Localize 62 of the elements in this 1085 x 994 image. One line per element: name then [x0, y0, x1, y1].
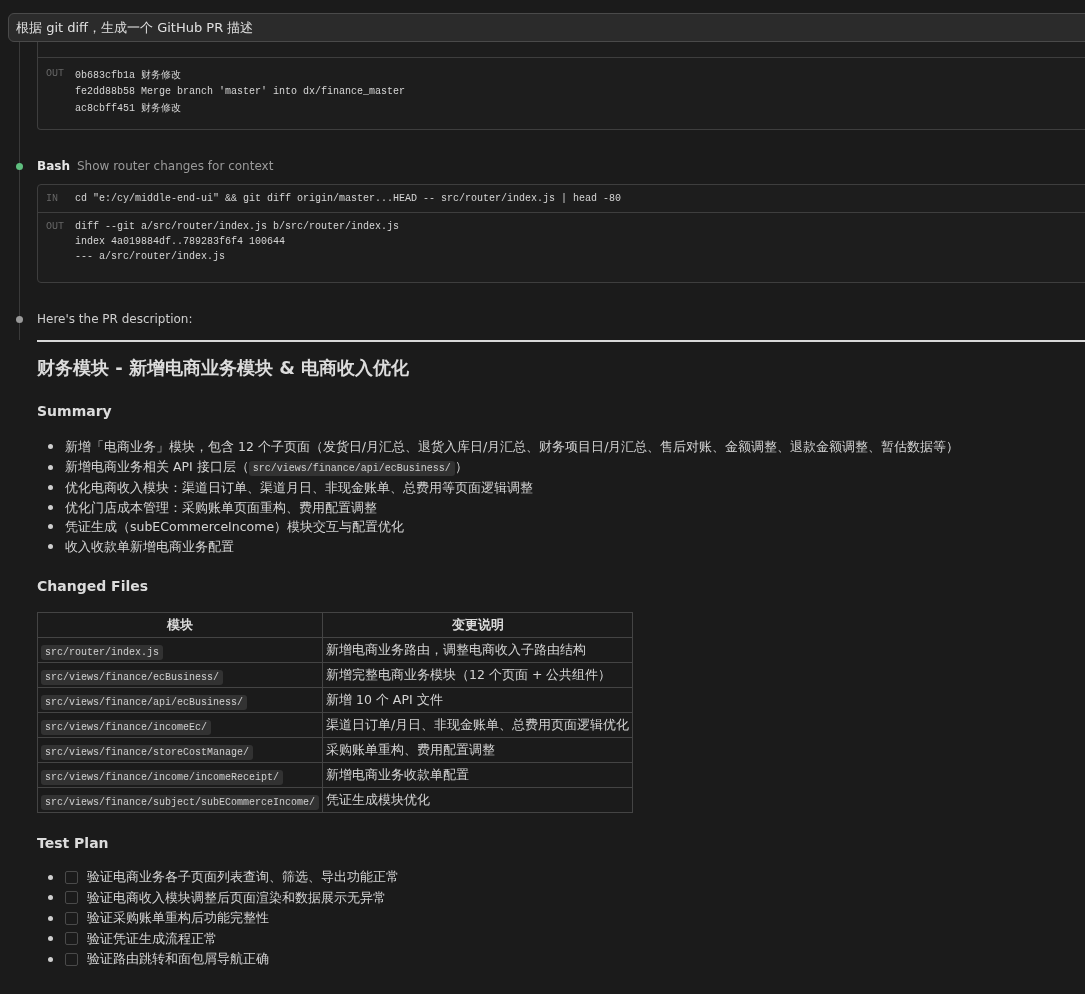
- column-header: 模块: [37, 612, 323, 638]
- checkbox[interactable]: [65, 932, 78, 946]
- bullet-icon: [48, 524, 53, 530]
- checkbox[interactable]: [65, 870, 78, 884]
- bullet-icon: [48, 956, 53, 962]
- file-path: src/views/finance/api/ecBusiness/: [41, 694, 248, 710]
- checklist-item-text: 验证凭证生成流程正常: [87, 929, 217, 948]
- code-line: diff --git a/src/router/index.js b/src/router/index.js: [75, 221, 400, 232]
- checklist-item-text: 验证电商收入模块调整后页面渲染和数据展示无异常: [87, 888, 386, 907]
- code-line: 0b683cfb1a 财务修改: [75, 69, 182, 82]
- inline-code: src/views/finance/api/ecBusiness/: [248, 460, 455, 476]
- code-line: --- a/src/router/index.js: [75, 251, 227, 262]
- table-cell: 凭证生成模块优化: [322, 787, 633, 813]
- bullet-icon: [48, 504, 53, 510]
- bullet-icon: [48, 543, 53, 549]
- file-path: src/views/finance/storeCostManage/: [41, 744, 254, 760]
- file-path: src/views/finance/income/incomeReceipt/: [41, 769, 284, 785]
- table-cell: 新增电商业务收款单配置: [322, 762, 633, 788]
- section-heading: Changed Files: [37, 577, 150, 596]
- table-cell: 新增电商业务路由，调整电商收入子路由结构: [322, 637, 633, 663]
- checkbox[interactable]: [65, 952, 78, 966]
- file-path: src/router/index.js: [41, 644, 164, 660]
- list-item-text: 新增电商业务相关 API 接口层（ src/views/finance/api/ecBusiness/ ）: [65, 457, 468, 478]
- checklist-item-text: 验证路由跳转和面包屑导航正确: [87, 950, 269, 968]
- file-path: src/views/finance/subject/subECommerceIncome/: [41, 794, 320, 810]
- checklist-item-text: 验证电商业务各子页面列表查询、筛选、导出功能正常: [87, 868, 399, 886]
- prompt-bar[interactable]: 根据 git diff，生成一个 GitHub PR 描述: [8, 13, 1085, 42]
- list-item-text: 新增「电商业务」模块，包含 12 个子页面（发货日/月汇总、退货入库日/月汇总、财务项目日/月汇总、售后对账、金额调整、退款金额调整、暂估数据等）: [65, 438, 960, 456]
- checklist-item-text: 验证采购账单重构后功能完整性: [87, 909, 269, 927]
- table-cell: 新增完整电商业务模块（12 个页面 + 公共组件）: [322, 662, 633, 688]
- bullet-icon: [48, 485, 53, 491]
- bullet-icon: [48, 936, 53, 942]
- bullet-icon: [48, 895, 53, 901]
- section-label: OUT: [46, 221, 65, 234]
- message-text: Here's the PR description:: [37, 312, 193, 326]
- column-header: 变更说明: [322, 612, 633, 638]
- bullet-icon: [48, 444, 53, 450]
- file-path: src/views/finance/ecBusiness/: [41, 669, 224, 685]
- section-heading: Test Plan: [37, 834, 110, 853]
- code-line: ac8cbff451 财务修改: [75, 102, 182, 115]
- bullet-icon: [48, 874, 53, 880]
- checkbox[interactable]: [65, 911, 78, 925]
- table-cell: 新增 10 个 API 文件: [322, 687, 633, 713]
- section-label: OUT: [46, 68, 65, 81]
- table-cell: 采购账单重构、费用配置调整: [322, 737, 633, 763]
- code-line: cd "e:/cy/middle-end-ui" && git diff origin/master...HEAD -- src/router/index.js | head -80: [75, 193, 622, 204]
- section-heading: Summary: [37, 402, 113, 421]
- list-item-text: 优化门店成本管理：采购账单页面重构、费用配置调整: [65, 498, 377, 517]
- tool-name: Bash: [37, 159, 70, 173]
- code-line: index 4a019884df..789283f6f4 100644: [75, 236, 287, 247]
- table-cell: 渠道日订单/月日、非现金账单、总费用页面逻辑优化: [322, 712, 633, 738]
- list-item-text: 凭证生成（subECommerceIncome）模块交互与配置优化: [65, 518, 405, 536]
- checkbox[interactable]: [65, 891, 78, 905]
- list-item-text: 收入收款单新增电商业务配置: [65, 537, 234, 556]
- document-title: 财务模块 - 新增电商业务模块 & 电商收入优化: [37, 356, 411, 380]
- file-path: src/views/finance/incomeEc/: [41, 719, 212, 735]
- section-label: IN: [46, 193, 59, 204]
- bullet-icon: [48, 464, 53, 470]
- bullet-icon: [48, 915, 53, 921]
- list-item-text: 优化电商收入模块：渠道日订单、渠道月日、非现金账单、总费用等页面逻辑调整: [65, 479, 533, 497]
- code-line: fe2dd88b58 Merge branch 'master' into dx/finance_master: [75, 86, 406, 97]
- tool-description: Show router changes for context: [76, 159, 274, 173]
